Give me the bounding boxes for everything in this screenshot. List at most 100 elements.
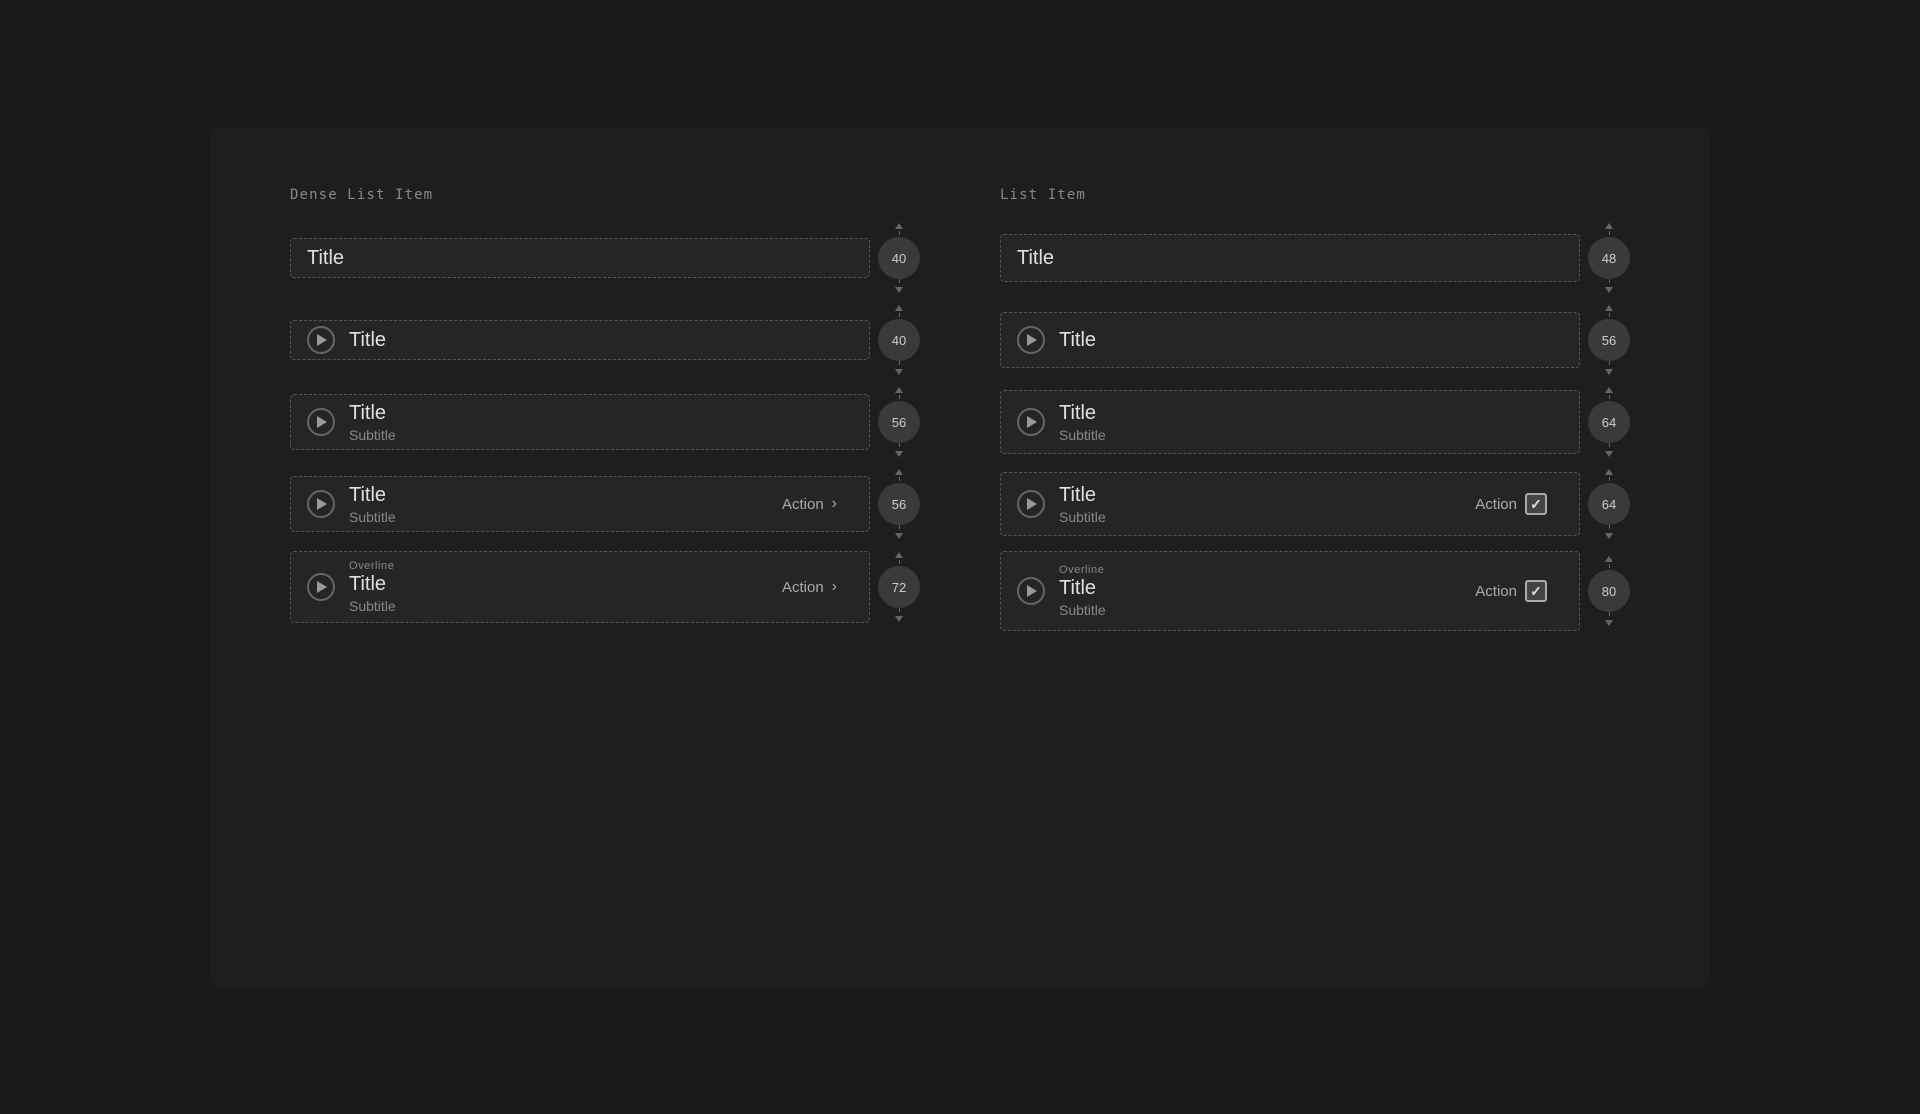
list-item-wrapper: Title 56	[1000, 305, 1630, 375]
action-label: Action	[782, 496, 824, 513]
checkbox[interactable]: ✓	[1525, 580, 1547, 602]
arrow-up-icon	[895, 223, 903, 229]
action-area: Action›	[782, 578, 837, 596]
height-value: 40	[892, 333, 906, 348]
play-triangle-icon	[1027, 416, 1037, 428]
action-area: Action✓	[1475, 493, 1547, 515]
play-icon[interactable]	[307, 573, 335, 601]
play-icon[interactable]	[307, 408, 335, 436]
play-icon[interactable]	[307, 490, 335, 518]
arrow-up-icon	[895, 305, 903, 311]
arrow-up-icon	[1605, 469, 1613, 475]
height-value: 48	[1602, 251, 1616, 266]
title-text: Title	[349, 573, 782, 596]
arrow-up-icon	[1605, 223, 1613, 229]
list-items-container: Title40Title40TitleSubtitle56TitleSubtit…	[290, 223, 920, 623]
height-value: 64	[1602, 497, 1616, 512]
text-content: TitleSubtitle	[349, 402, 853, 443]
title-text: Title	[1059, 329, 1563, 352]
arrow-up-icon	[1605, 305, 1613, 311]
column-label: Dense List Item	[290, 187, 920, 203]
play-icon[interactable]	[1017, 408, 1045, 436]
height-badge: 80	[1588, 570, 1630, 612]
chevron-icon[interactable]: ›	[832, 495, 837, 513]
main-container: Dense List ItemTitle40Title40TitleSubtit…	[210, 127, 1710, 987]
height-badge-wrapper: 40	[878, 223, 920, 293]
text-content: Title	[1059, 329, 1563, 352]
arrow-up-icon	[895, 552, 903, 558]
arrow-down-icon	[1605, 369, 1613, 375]
overline-text: Overline	[1059, 564, 1475, 576]
subtitle-text: Subtitle	[349, 427, 853, 443]
text-content: Title Subtitle	[1059, 402, 1563, 443]
list-item-wrapper: Title 40	[290, 223, 920, 293]
play-triangle-icon	[1027, 585, 1037, 597]
list-item-wrapper: Title 40	[290, 305, 920, 375]
play-icon[interactable]	[1017, 577, 1045, 605]
list-item-list-2[interactable]: Title	[1000, 312, 1580, 368]
list-items-container: Title 48 Title 56 Title Subtitle 64 Title Subtit…	[1000, 223, 1630, 631]
list-item-wrapper: OverlineTitle SubtitleAction› 72	[290, 551, 920, 623]
list-item-list-5[interactable]: OverlineTitleSubtitleAction✓	[1000, 551, 1580, 631]
height-value: 56	[892, 415, 906, 430]
checkbox[interactable]: ✓	[1525, 493, 1547, 515]
dashed-line-bottom	[1609, 443, 1610, 449]
arrow-down-icon	[1605, 620, 1613, 626]
subtitle-text: Subtitle	[349, 598, 782, 614]
dashed-line-bottom	[899, 608, 900, 614]
list-item-dense-3[interactable]: TitleSubtitle	[290, 394, 870, 450]
arrow-down-icon	[1605, 451, 1613, 457]
list-item-dense-4[interactable]: TitleSubtitleAction›	[290, 476, 870, 532]
list-item-dense-1[interactable]: Title	[290, 238, 870, 278]
height-badge: 48	[1588, 237, 1630, 279]
title-text: Title	[1059, 402, 1563, 425]
list-item-list-4[interactable]: Title SubtitleAction✓	[1000, 472, 1580, 536]
play-icon[interactable]	[1017, 326, 1045, 354]
columns-container: Dense List ItemTitle40Title40TitleSubtit…	[290, 187, 1630, 631]
play-icon[interactable]	[1017, 490, 1045, 518]
arrow-down-icon	[895, 369, 903, 375]
dashed-line-bottom	[1609, 525, 1610, 531]
list-item-wrapper: TitleSubtitleAction›56	[290, 469, 920, 539]
list-item-dense-2[interactable]: Title	[290, 320, 870, 360]
height-value: 72	[892, 580, 906, 595]
height-value: 56	[1602, 333, 1616, 348]
list-item-list-1[interactable]: Title	[1000, 234, 1580, 282]
list-item-list-3[interactable]: Title Subtitle	[1000, 390, 1580, 454]
column-1: List ItemTitle48Title56TitleSubtitle64Ti…	[1000, 187, 1630, 631]
subtitle-text: Subtitle	[349, 509, 782, 525]
arrow-up-icon	[895, 469, 903, 475]
list-item-wrapper: OverlineTitleSubtitleAction✓80	[1000, 551, 1630, 631]
height-value: 64	[1602, 415, 1616, 430]
action-area: Action✓	[1475, 580, 1547, 602]
text-content: OverlineTitleSubtitle	[1059, 564, 1475, 618]
subtitle-text: Subtitle	[1059, 427, 1563, 443]
list-item-dense-5[interactable]: OverlineTitle SubtitleAction›	[290, 551, 870, 623]
dashed-line-bottom	[1609, 361, 1610, 367]
arrow-up-icon	[1605, 556, 1613, 562]
chevron-icon[interactable]: ›	[832, 578, 837, 596]
play-triangle-icon	[317, 334, 327, 346]
title-text: Title	[1059, 484, 1475, 507]
play-triangle-icon	[1027, 334, 1037, 346]
height-badge: 72	[878, 566, 920, 608]
height-value: 40	[892, 251, 906, 266]
height-badge-wrapper: 56	[878, 387, 920, 457]
subtitle-text: Subtitle	[1059, 509, 1475, 525]
play-triangle-icon	[317, 416, 327, 428]
dashed-line-bottom	[1609, 612, 1610, 618]
height-badge: 56	[878, 401, 920, 443]
height-badge: 56	[878, 483, 920, 525]
title-text: Title	[1017, 247, 1563, 270]
text-content: Title Subtitle	[1059, 484, 1475, 525]
checkmark-icon: ✓	[1530, 583, 1542, 600]
height-badge-wrapper: 64	[1588, 387, 1630, 457]
height-badge-wrapper: 72	[878, 552, 920, 622]
text-content: Title	[1017, 247, 1563, 270]
overline-text: Overline	[349, 560, 782, 572]
title-text: Title	[349, 329, 853, 352]
column-0: Dense List ItemTitle40Title40TitleSubtit…	[290, 187, 920, 631]
play-icon[interactable]	[307, 326, 335, 354]
dashed-line-bottom	[1609, 279, 1610, 285]
arrow-up-icon	[895, 387, 903, 393]
